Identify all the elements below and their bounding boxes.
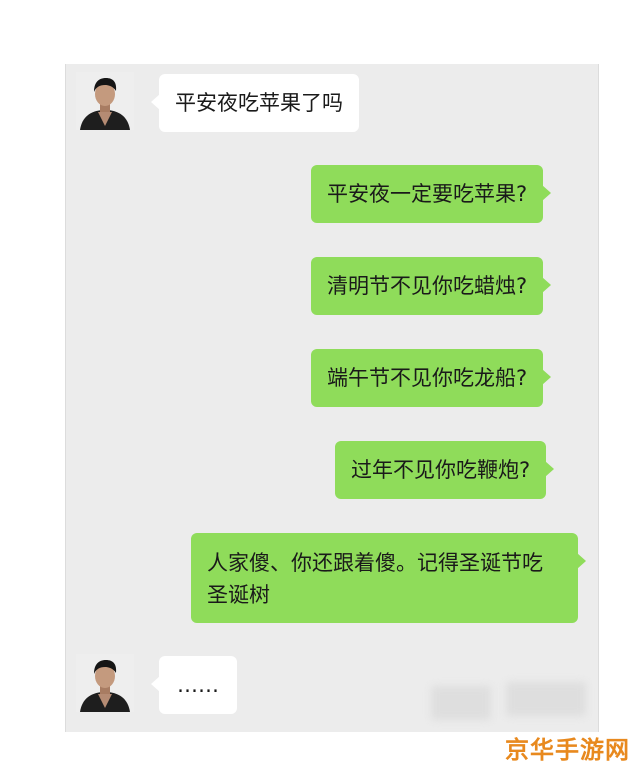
contact-avatar[interactable] — [76, 72, 134, 130]
screenshot-page: 平安夜吃苹果了吗 平安夜一定要吃苹果? 清明节不见你吃蜡烛? 端午节不见你吃龙船… — [0, 0, 640, 771]
message-bubble-outgoing[interactable]: 端午节不见你吃龙船? — [311, 349, 552, 407]
message-bubble-outgoing[interactable]: 人家傻、你还跟着傻。记得圣诞节吃圣诞树 — [191, 533, 586, 623]
chat-window: 平安夜吃苹果了吗 平安夜一定要吃苹果? 清明节不见你吃蜡烛? 端午节不见你吃龙船… — [65, 64, 599, 732]
message-bubble-outgoing[interactable]: 过年不见你吃鞭炮? — [335, 441, 555, 499]
message-text: 端午节不见你吃龙船? — [327, 366, 528, 390]
message-text: 平安夜吃苹果了吗 — [175, 91, 343, 115]
redacted-content — [431, 686, 491, 720]
contact-avatar[interactable] — [76, 654, 134, 712]
message-bubble-outgoing[interactable]: 清明节不见你吃蜡烛? — [311, 257, 552, 315]
watermark-logo: 京华手游网 — [505, 736, 630, 764]
message-bubble-incoming[interactable]: 平安夜吃苹果了吗 — [151, 74, 359, 132]
message-text: 过年不见你吃鞭炮? — [351, 458, 531, 482]
message-text: 平安夜一定要吃苹果? — [327, 182, 528, 206]
message-bubble-incoming[interactable]: …… — [151, 656, 237, 714]
message-text: 清明节不见你吃蜡烛? — [327, 274, 528, 298]
person-avatar-icon — [76, 72, 134, 130]
person-avatar-icon — [76, 654, 134, 712]
message-text: 人家傻、你还跟着傻。记得圣诞节吃圣诞树 — [207, 551, 543, 607]
message-bubble-outgoing[interactable]: 平安夜一定要吃苹果? — [311, 165, 552, 223]
message-text: …… — [177, 673, 219, 697]
redacted-content — [506, 682, 586, 716]
